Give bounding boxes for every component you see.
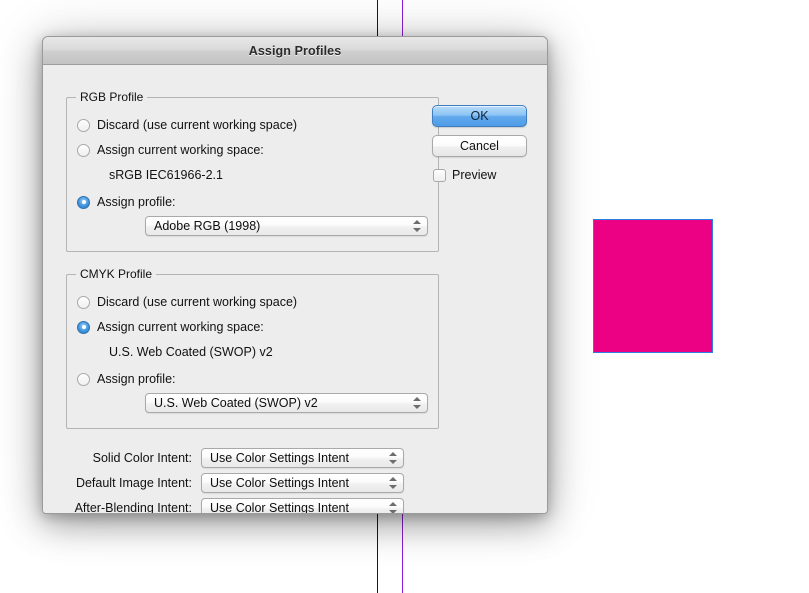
dialog-title: Assign Profiles	[248, 43, 342, 58]
rgb-profile-select-value: Adobe RGB (1998)	[154, 219, 261, 233]
dialog-body: RGB Profile Discard (use current working…	[43, 65, 547, 514]
after-blending-intent-select[interactable]: Use Color Settings Intent	[201, 498, 404, 514]
after-blending-intent-label: After-Blending Intent:	[74, 501, 192, 514]
cmyk-assign-working-space-label: Assign current working space:	[97, 320, 264, 334]
updown-arrows-icon[interactable]	[409, 394, 425, 412]
magenta-rectangle-object[interactable]	[593, 219, 713, 353]
rgb-profile-select[interactable]: Adobe RGB (1998)	[145, 216, 428, 236]
rgb-profile-group-label: RGB Profile	[76, 90, 148, 104]
preview-checkbox-row[interactable]: Preview	[433, 167, 496, 183]
rgb-assign-profile-radio-row[interactable]: Assign profile:	[77, 193, 176, 211]
default-image-intent-label: Default Image Intent:	[75, 476, 192, 490]
cmyk-discard-radio-row[interactable]: Discard (use current working space)	[77, 293, 297, 311]
cmyk-profile-select[interactable]: U.S. Web Coated (SWOP) v2	[145, 393, 428, 413]
rgb-assign-working-space-label: Assign current working space:	[97, 143, 264, 157]
cancel-button-label: Cancel	[460, 139, 499, 153]
cancel-button[interactable]: Cancel	[432, 135, 527, 157]
radio-off-icon[interactable]	[77, 143, 90, 157]
rgb-discard-radio-row[interactable]: Discard (use current working space)	[77, 116, 297, 134]
cmyk-profile-select-value: U.S. Web Coated (SWOP) v2	[154, 396, 318, 410]
updown-arrows-icon[interactable]	[385, 499, 401, 513]
after-blending-intent-row: After-Blending Intent: Use Color Setting…	[43, 498, 439, 514]
solid-color-intent-row: Solid Color Intent: Use Color Settings I…	[43, 448, 439, 468]
ok-button-label: OK	[470, 109, 489, 123]
cmyk-profile-group: CMYK Profile Discard (use current workin…	[66, 267, 439, 429]
after-blending-intent-value: Use Color Settings Intent	[210, 501, 349, 514]
solid-color-intent-value: Use Color Settings Intent	[210, 451, 349, 465]
radio-on-icon[interactable]	[77, 320, 90, 334]
cmyk-assign-working-space-radio-row[interactable]: Assign current working space:	[77, 318, 264, 336]
rgb-assign-profile-label: Assign profile:	[97, 195, 176, 209]
radio-on-icon[interactable]	[77, 195, 90, 209]
cmyk-assign-profile-label: Assign profile:	[97, 372, 176, 386]
radio-off-icon[interactable]	[77, 295, 90, 309]
assign-profiles-dialog: Assign Profiles RGB Profile Discard (use…	[42, 36, 548, 514]
updown-arrows-icon[interactable]	[385, 449, 401, 467]
rgb-working-space-value: sRGB IEC61966-2.1	[109, 168, 223, 182]
dialog-titlebar[interactable]: Assign Profiles	[43, 37, 547, 65]
radio-off-icon[interactable]	[77, 372, 90, 386]
cmyk-profile-group-label: CMYK Profile	[76, 267, 157, 281]
solid-color-intent-label: Solid Color Intent:	[92, 451, 192, 465]
updown-arrows-icon[interactable]	[409, 217, 425, 235]
default-image-intent-row: Default Image Intent: Use Color Settings…	[43, 473, 439, 493]
cmyk-assign-profile-radio-row[interactable]: Assign profile:	[77, 370, 176, 388]
rgb-profile-group: RGB Profile Discard (use current working…	[66, 90, 439, 252]
rgb-discard-label: Discard (use current working space)	[97, 118, 298, 132]
radio-off-icon[interactable]	[77, 118, 90, 132]
checkbox-unchecked-icon[interactable]	[433, 168, 446, 182]
default-image-intent-value: Use Color Settings Intent	[210, 476, 349, 490]
updown-arrows-icon[interactable]	[385, 474, 401, 492]
cmyk-working-space-value: U.S. Web Coated (SWOP) v2	[109, 345, 273, 359]
rgb-assign-working-space-radio-row[interactable]: Assign current working space:	[77, 141, 264, 159]
ok-button[interactable]: OK	[432, 105, 527, 127]
solid-color-intent-select[interactable]: Use Color Settings Intent	[201, 448, 404, 468]
preview-label: Preview	[452, 168, 497, 182]
default-image-intent-select[interactable]: Use Color Settings Intent	[201, 473, 404, 493]
cmyk-discard-label: Discard (use current working space)	[97, 295, 298, 309]
